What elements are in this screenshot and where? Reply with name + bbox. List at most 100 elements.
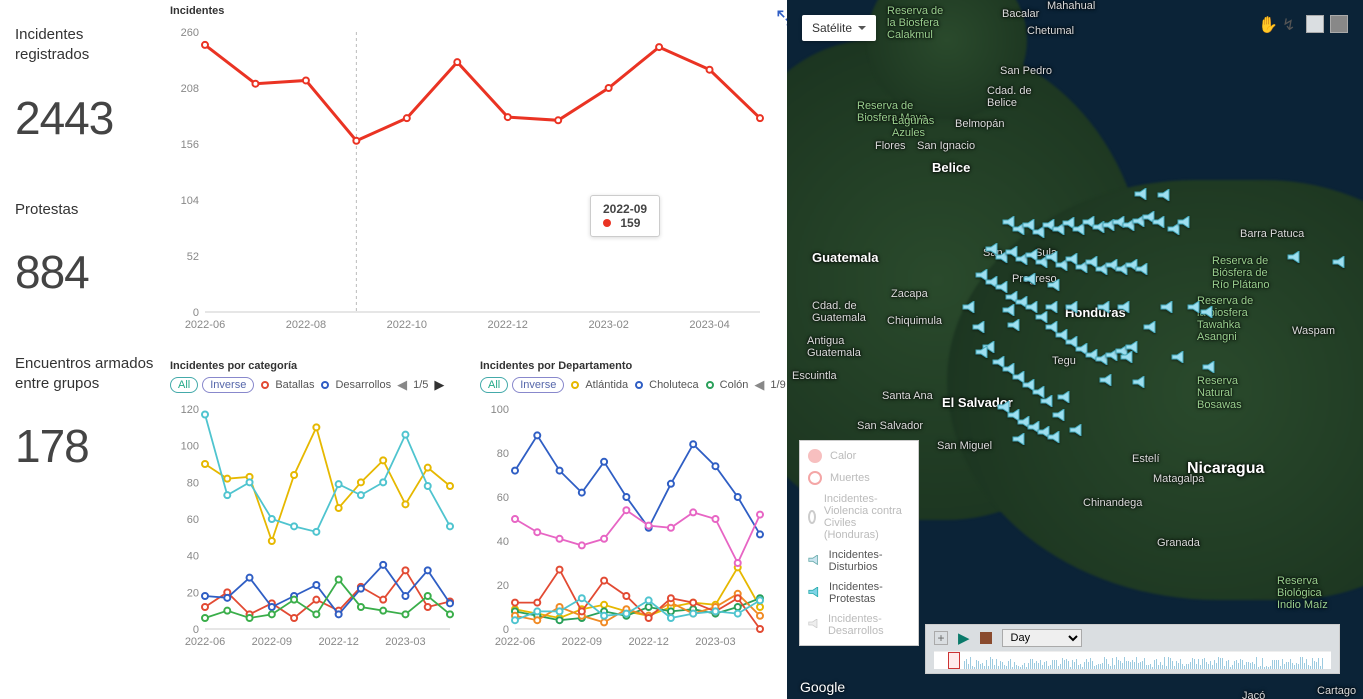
map-marker[interactable]	[975, 345, 991, 357]
legend-desarrollos[interactable]: Incidentes-Desarrollos	[800, 609, 918, 641]
svg-text:104: 104	[181, 195, 199, 207]
pan-tool-icon[interactable]: ✋	[1258, 15, 1276, 33]
maplabel-sanignacio: San Ignacio	[917, 140, 975, 152]
map-marker[interactable]	[1332, 255, 1348, 267]
legend-protestas[interactable]: Incidentes-Protestas	[800, 577, 918, 609]
maplabel-sansalv: San Salvador	[857, 420, 923, 432]
map-marker[interactable]	[1171, 350, 1187, 362]
maplabel-guatemala: Guatemala	[812, 250, 878, 265]
main-chart-title: Incidentes	[170, 5, 780, 17]
map-marker[interactable]	[1134, 187, 1150, 199]
cat-chart-title: Incidentes por categoría	[170, 360, 470, 372]
maplabel-bacalar: Bacalar	[1002, 8, 1039, 20]
svg-text:80: 80	[187, 477, 199, 489]
map-marker[interactable]	[1023, 272, 1039, 284]
clear-tool-icon[interactable]	[1330, 15, 1348, 33]
legend-civiles[interactable]: Incidentes-Violencia contra Civiles (Hon…	[800, 489, 918, 545]
map-marker[interactable]	[1047, 430, 1063, 442]
maplabel-belize: Belice	[932, 160, 970, 175]
map-marker[interactable]	[1202, 360, 1218, 372]
dep-chart[interactable]: 0204060801002022-062022-092022-122023-03	[480, 399, 770, 649]
maplabel-sanmiguel: San Miguel	[937, 440, 992, 452]
maplabel-granada: Granada	[1157, 537, 1200, 549]
lasso-tool-icon[interactable]: ↯	[1282, 15, 1300, 33]
maplabel-tawahka: Reserva de la biosfera Tawahka Asangni	[1197, 295, 1253, 343]
map-marker[interactable]	[1065, 300, 1081, 312]
svg-text:2022-06: 2022-06	[185, 636, 225, 648]
svg-text:20: 20	[497, 580, 509, 592]
cat-legend-batallas[interactable]: Batallas	[258, 379, 314, 391]
map-marker[interactable]	[1177, 215, 1193, 227]
maplabel-bosawas: Reserva Natural Bosawas	[1197, 375, 1242, 411]
map-marker[interactable]	[1002, 303, 1018, 315]
map-marker[interactable]	[1157, 188, 1173, 200]
maplabel-matagalpa: Matagalpa	[1153, 473, 1204, 485]
main-chart[interactable]: 0521041562082602022-062022-082022-102022…	[170, 22, 770, 332]
cat-pager-prev-icon[interactable]: ◀	[395, 377, 409, 393]
dep-pager-prev-icon[interactable]: ◀	[752, 377, 766, 393]
svg-text:2022-12: 2022-12	[488, 319, 528, 331]
svg-text:2022-12: 2022-12	[628, 636, 668, 648]
cat-legend-desarrollos[interactable]: Desarrollos	[318, 379, 391, 391]
map-marker[interactable]	[1007, 318, 1023, 330]
legend-muertes[interactable]: Muertes	[800, 467, 918, 489]
satellite-button[interactable]: Satélite	[802, 15, 876, 41]
map-marker[interactable]	[1160, 300, 1176, 312]
svg-text:40: 40	[187, 551, 199, 563]
map-marker[interactable]	[1040, 394, 1056, 406]
dep-legend-choluteca[interactable]: Choluteca	[632, 379, 699, 391]
time-selection[interactable]	[948, 652, 960, 669]
time-granularity-select[interactable]: Day	[1002, 629, 1082, 647]
map-marker[interactable]	[1143, 320, 1159, 332]
dep-all-button[interactable]: All	[480, 377, 508, 393]
svg-text:2022-09: 2022-09	[562, 636, 602, 648]
map-marker[interactable]	[1057, 390, 1073, 402]
map-marker[interactable]	[1097, 300, 1113, 312]
dep-chart-title: Incidentes por Departamento	[480, 360, 780, 372]
map-marker[interactable]	[1012, 432, 1028, 444]
cat-pager-text: 1/5	[413, 379, 428, 391]
dep-legend-atlantida[interactable]: Atlántida	[568, 379, 628, 391]
time-slider[interactable]	[934, 651, 1331, 669]
svg-text:2022-06: 2022-06	[185, 319, 225, 331]
map-marker[interactable]	[1099, 373, 1115, 385]
maplabel-azules: Lagunas Azules	[892, 115, 934, 139]
svg-text:2023-04: 2023-04	[689, 319, 729, 331]
svg-text:60: 60	[497, 492, 509, 504]
stat1-value: 2443	[15, 91, 160, 145]
tooltip-value: 159	[620, 216, 640, 230]
svg-text:260: 260	[181, 27, 199, 39]
map-marker[interactable]	[1045, 300, 1061, 312]
cat-chart[interactable]: 0204060801001202022-062022-092022-122023…	[170, 399, 460, 649]
time-play-button[interactable]: ▶	[958, 629, 970, 647]
maplabel-platano: Reserva de Biósfera de Río Plátano	[1212, 255, 1269, 291]
dep-inverse-button[interactable]: Inverse	[512, 377, 564, 393]
map-marker[interactable]	[1132, 375, 1148, 387]
map-marker[interactable]	[972, 320, 988, 332]
map-marker[interactable]	[1117, 300, 1133, 312]
time-stop-button[interactable]	[980, 632, 992, 644]
legend-disturbios[interactable]: Incidentes-Disturbios	[800, 545, 918, 577]
svg-text:100: 100	[181, 441, 199, 453]
stat1-label: Incidentes registrados	[15, 25, 160, 66]
maplabel-santaana: Santa Ana	[882, 390, 933, 402]
legend-calor[interactable]: Calor	[800, 445, 918, 467]
svg-text:2023-03: 2023-03	[385, 636, 425, 648]
map-marker[interactable]	[1135, 262, 1151, 274]
maplabel-cbelize: Cdad. de Belice	[987, 85, 1032, 109]
map-marker[interactable]	[1052, 408, 1068, 420]
time-expand-button[interactable]: +	[934, 631, 948, 645]
cat-pager-next-icon[interactable]: ▶	[432, 377, 446, 393]
map-marker[interactable]	[1152, 215, 1168, 227]
cat-all-button[interactable]: All	[170, 377, 198, 393]
maplabel-chiquimula: Chiquimula	[887, 315, 942, 327]
map-marker[interactable]	[962, 300, 978, 312]
map-marker[interactable]	[1287, 250, 1303, 262]
map-marker[interactable]	[1200, 305, 1216, 317]
map-marker[interactable]	[1047, 278, 1063, 290]
map-marker[interactable]	[1120, 350, 1136, 362]
cat-inverse-button[interactable]: Inverse	[202, 377, 254, 393]
dep-legend-colon[interactable]: Colón	[703, 379, 749, 391]
rect-tool-icon[interactable]	[1306, 15, 1324, 33]
map-marker[interactable]	[1069, 423, 1085, 435]
